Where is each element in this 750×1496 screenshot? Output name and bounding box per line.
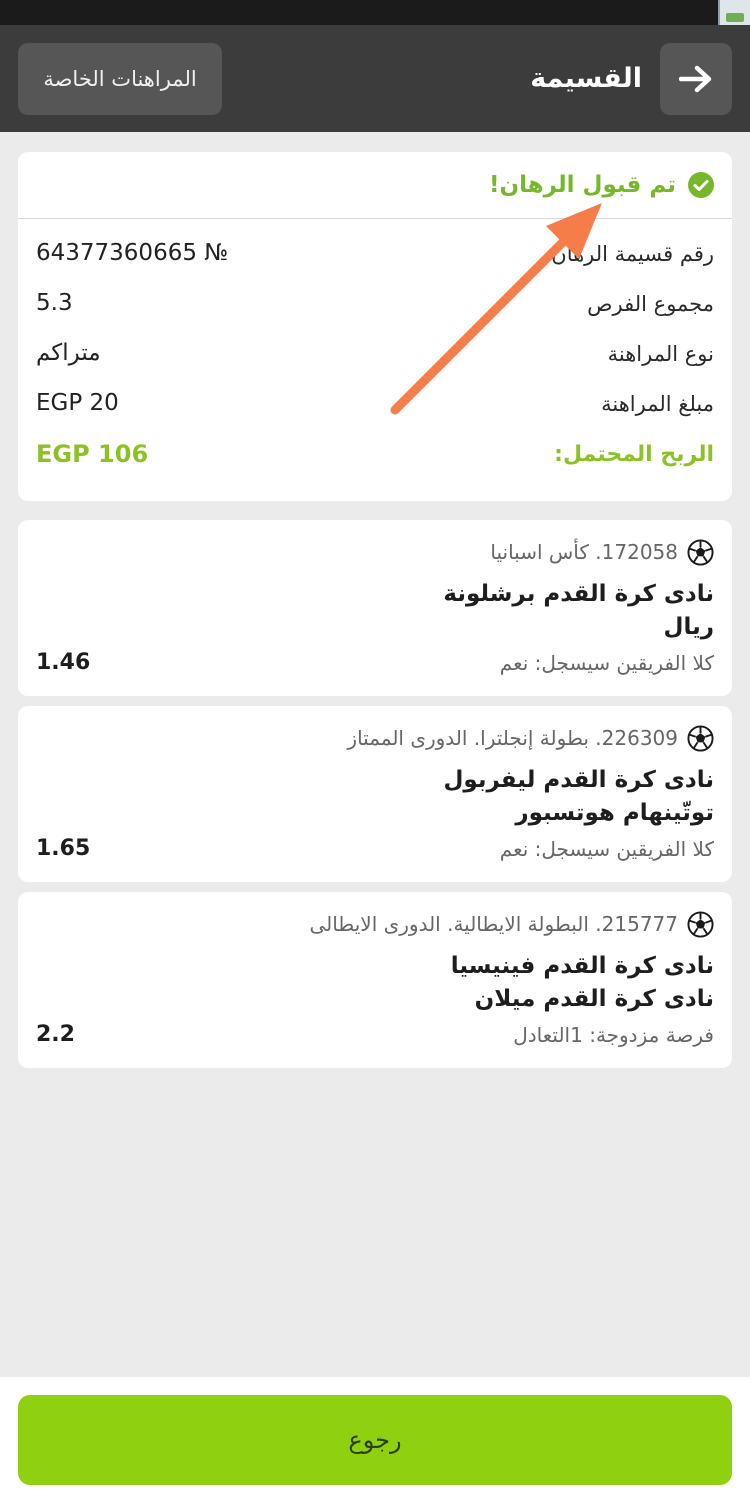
bet-type-label: نوع المراهنة — [607, 342, 714, 366]
coupon-number-value: 64377360665 № — [36, 240, 229, 266]
stake-row: مبلغ المراهنة EGP 20 — [18, 384, 732, 424]
broken-image-icon — [718, 0, 750, 25]
event-card[interactable]: 172058. كأس اسبانيا نادى كرة القدم برشلو… — [18, 520, 732, 696]
top-header: القسيمة المراهنات الخاصة — [0, 25, 750, 132]
away-team: توتّينهام هوتسبور — [515, 800, 714, 826]
league-label: 226309. بطولة إنجلترا. الدورى الممتاز — [347, 726, 678, 750]
stake-label: مبلغ المراهنة — [601, 392, 714, 416]
total-odds-label: مجموع الفرص — [587, 292, 714, 316]
potential-win-label: الربح المحتمل: — [554, 442, 714, 467]
soccer-ball-icon — [687, 725, 714, 752]
bottom-bar: رجوع — [0, 1377, 750, 1496]
away-team: نادى كرة القدم ميلان — [474, 986, 714, 1012]
back-button[interactable] — [660, 43, 732, 115]
bet-accepted-banner: تم قبول الرهان! — [18, 152, 732, 219]
bet-type-row: نوع المراهنة متراكم — [18, 334, 732, 374]
odds-value: 1.65 — [36, 836, 91, 861]
check-circle-icon — [688, 172, 714, 198]
status-bar — [0, 0, 750, 25]
stake-value: EGP 20 — [36, 390, 119, 416]
total-odds-value: 5.3 — [36, 290, 73, 316]
special-bets-button[interactable]: المراهنات الخاصة — [18, 43, 222, 115]
potential-win-value: EGP 106 — [36, 440, 149, 468]
away-team: ريال — [663, 614, 714, 640]
bet-summary-card: تم قبول الرهان! رقم قسيمة الرهان 6437736… — [18, 152, 732, 501]
arrow-right-icon — [679, 65, 712, 93]
total-odds-row: مجموع الفرص 5.3 — [18, 284, 732, 324]
league-label: 172058. كأس اسبانيا — [490, 540, 678, 564]
soccer-ball-icon — [687, 539, 714, 566]
league-label: 215777. البطولة الايطالية. الدورى الايطا… — [309, 912, 678, 936]
event-card[interactable]: 226309. بطولة إنجلترا. الدورى الممتاز نا… — [18, 706, 732, 882]
home-team: نادى كرة القدم ليفربول — [443, 767, 714, 793]
market-label: كلا الفريقين سيسجل: نعم — [499, 651, 714, 675]
potential-win-row: الربح المحتمل: EGP 106 — [18, 435, 732, 475]
soccer-ball-icon — [687, 911, 714, 938]
coupon-number-label: رقم قسيمة الرهان — [551, 242, 714, 266]
odds-value: 2.2 — [36, 1022, 75, 1047]
coupon-number-row: رقم قسيمة الرهان 64377360665 № — [18, 234, 732, 274]
market-label: فرصة مزدوجة: 1التعادل — [513, 1023, 714, 1047]
bet-accepted-text: تم قبول الرهان! — [488, 172, 676, 198]
return-button[interactable]: رجوع — [18, 1395, 732, 1485]
page-title: القسيمة — [530, 63, 642, 94]
home-team: نادى كرة القدم برشلونة — [443, 581, 714, 607]
market-label: كلا الفريقين سيسجل: نعم — [499, 837, 714, 861]
home-team: نادى كرة القدم فينيسيا — [450, 953, 714, 979]
odds-value: 1.46 — [36, 650, 91, 675]
event-card[interactable]: 215777. البطولة الايطالية. الدورى الايطا… — [18, 892, 732, 1068]
bet-type-value: متراكم — [36, 340, 101, 366]
